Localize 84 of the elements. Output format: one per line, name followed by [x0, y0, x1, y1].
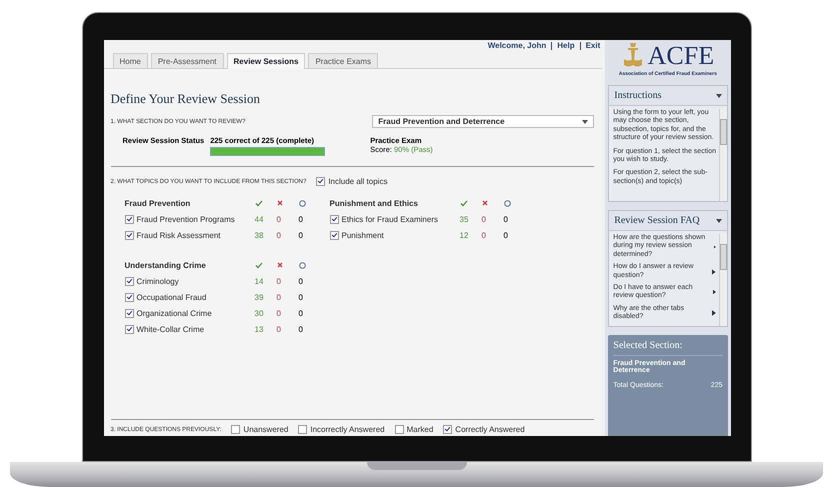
arrow-right-icon	[712, 268, 716, 275]
panel-title: Instructions	[614, 90, 662, 101]
topic-name: Ethics for Fraud Examiners	[342, 214, 438, 224]
topic-name: Fraud Risk Assessment	[136, 230, 221, 240]
checkbox[interactable]	[330, 230, 338, 240]
cross-icon	[276, 200, 282, 206]
checkbox[interactable]	[124, 214, 134, 224]
tab[interactable]: Practice Exams	[308, 53, 378, 68]
circle-icon	[298, 262, 306, 268]
tab[interactable]: Home	[112, 53, 148, 68]
scrollbar[interactable]	[718, 234, 726, 326]
correct-count: 39	[254, 292, 264, 302]
caret-icon[interactable]	[716, 218, 722, 222]
incorrect-count: 0	[482, 214, 487, 224]
check-icon	[460, 200, 468, 206]
unanswered-count: 0	[298, 292, 304, 302]
unanswered-count: 0	[298, 276, 304, 286]
correct-count: 35	[460, 214, 470, 224]
checkbox[interactable]	[231, 425, 240, 434]
incorrect-count: 0	[276, 308, 282, 318]
checkbox-label: Unanswered	[243, 425, 288, 434]
tab[interactable]: Pre-Assessment	[150, 53, 224, 68]
checkbox-label: Marked	[406, 425, 434, 434]
check-icon	[254, 200, 262, 206]
group-title: Fraud Prevention	[124, 198, 192, 208]
incorrect-count: 0	[276, 292, 282, 302]
cross-icon	[482, 200, 488, 206]
unanswered-count: 0	[298, 324, 304, 334]
cross-icon	[276, 262, 282, 268]
logo-text: ACFE	[648, 41, 714, 71]
welcome-text: Welcome, John	[488, 41, 546, 50]
correct-count: 38	[254, 230, 264, 240]
checkbox[interactable]	[330, 214, 338, 224]
incorrect-count: 0	[482, 230, 487, 240]
caret-icon	[582, 120, 588, 124]
topic-name: Fraud Prevention Programs	[136, 214, 235, 224]
arrow-right-icon	[712, 289, 716, 296]
topic-name: White-Collar Crime	[136, 324, 204, 334]
topic-name: Organizational Crime	[136, 308, 212, 318]
checkbox[interactable]	[316, 177, 326, 186]
section-dropdown[interactable]: Fraud Prevention and Deterrence	[372, 115, 594, 128]
unanswered-count: 0	[298, 214, 304, 224]
unanswered-count: 0	[298, 308, 304, 318]
arrow-right-icon	[714, 244, 716, 250]
correct-count: 30	[254, 308, 264, 318]
scrollbar[interactable]	[718, 109, 726, 201]
checkbox-label: Incorrectly Answered	[310, 425, 385, 434]
checkbox-label: Include all topics	[328, 177, 388, 186]
checkbox[interactable]	[443, 425, 452, 434]
arrow-right-icon	[712, 310, 716, 316]
correct-count: 13	[254, 324, 264, 334]
unanswered-count: 0	[504, 214, 509, 224]
panel-title: Selected Section:	[613, 340, 722, 356]
incorrect-count: 0	[276, 214, 282, 224]
correct-count: 12	[460, 230, 470, 240]
header-link[interactable]: Help	[557, 41, 575, 50]
tab[interactable]: Review Sessions	[226, 53, 306, 69]
checkbox[interactable]	[124, 276, 134, 286]
circle-icon	[504, 200, 510, 206]
unanswered-count: 0	[298, 230, 304, 240]
group-title: Punishment and Ethics	[330, 198, 419, 208]
topic-name: Occupational Fraud	[136, 292, 206, 302]
checkbox[interactable]	[124, 230, 134, 240]
page-title: Define Your Review Session	[110, 91, 261, 107]
header-link[interactable]: Exit	[586, 41, 600, 50]
group-title: Understanding Crime	[124, 260, 207, 270]
checkbox-label: Correctly Answered	[455, 425, 525, 434]
checkbox[interactable]	[394, 425, 404, 434]
incorrect-count: 0	[276, 230, 282, 240]
check-icon	[254, 262, 262, 268]
circle-icon	[298, 200, 306, 206]
correct-count: 44	[254, 214, 264, 224]
correct-count: 14	[254, 276, 264, 286]
incorrect-count: 0	[276, 276, 282, 286]
topic-name: Punishment	[342, 230, 384, 240]
unanswered-count: 0	[504, 230, 509, 240]
topic-name: Criminology	[136, 276, 179, 286]
checkbox[interactable]	[124, 308, 134, 318]
checkbox[interactable]	[124, 324, 134, 334]
checkbox[interactable]	[124, 292, 134, 302]
checkbox[interactable]	[298, 425, 308, 434]
caret-icon[interactable]	[716, 94, 722, 98]
incorrect-count: 0	[276, 324, 282, 334]
panel-title: Review Session FAQ	[614, 215, 700, 226]
